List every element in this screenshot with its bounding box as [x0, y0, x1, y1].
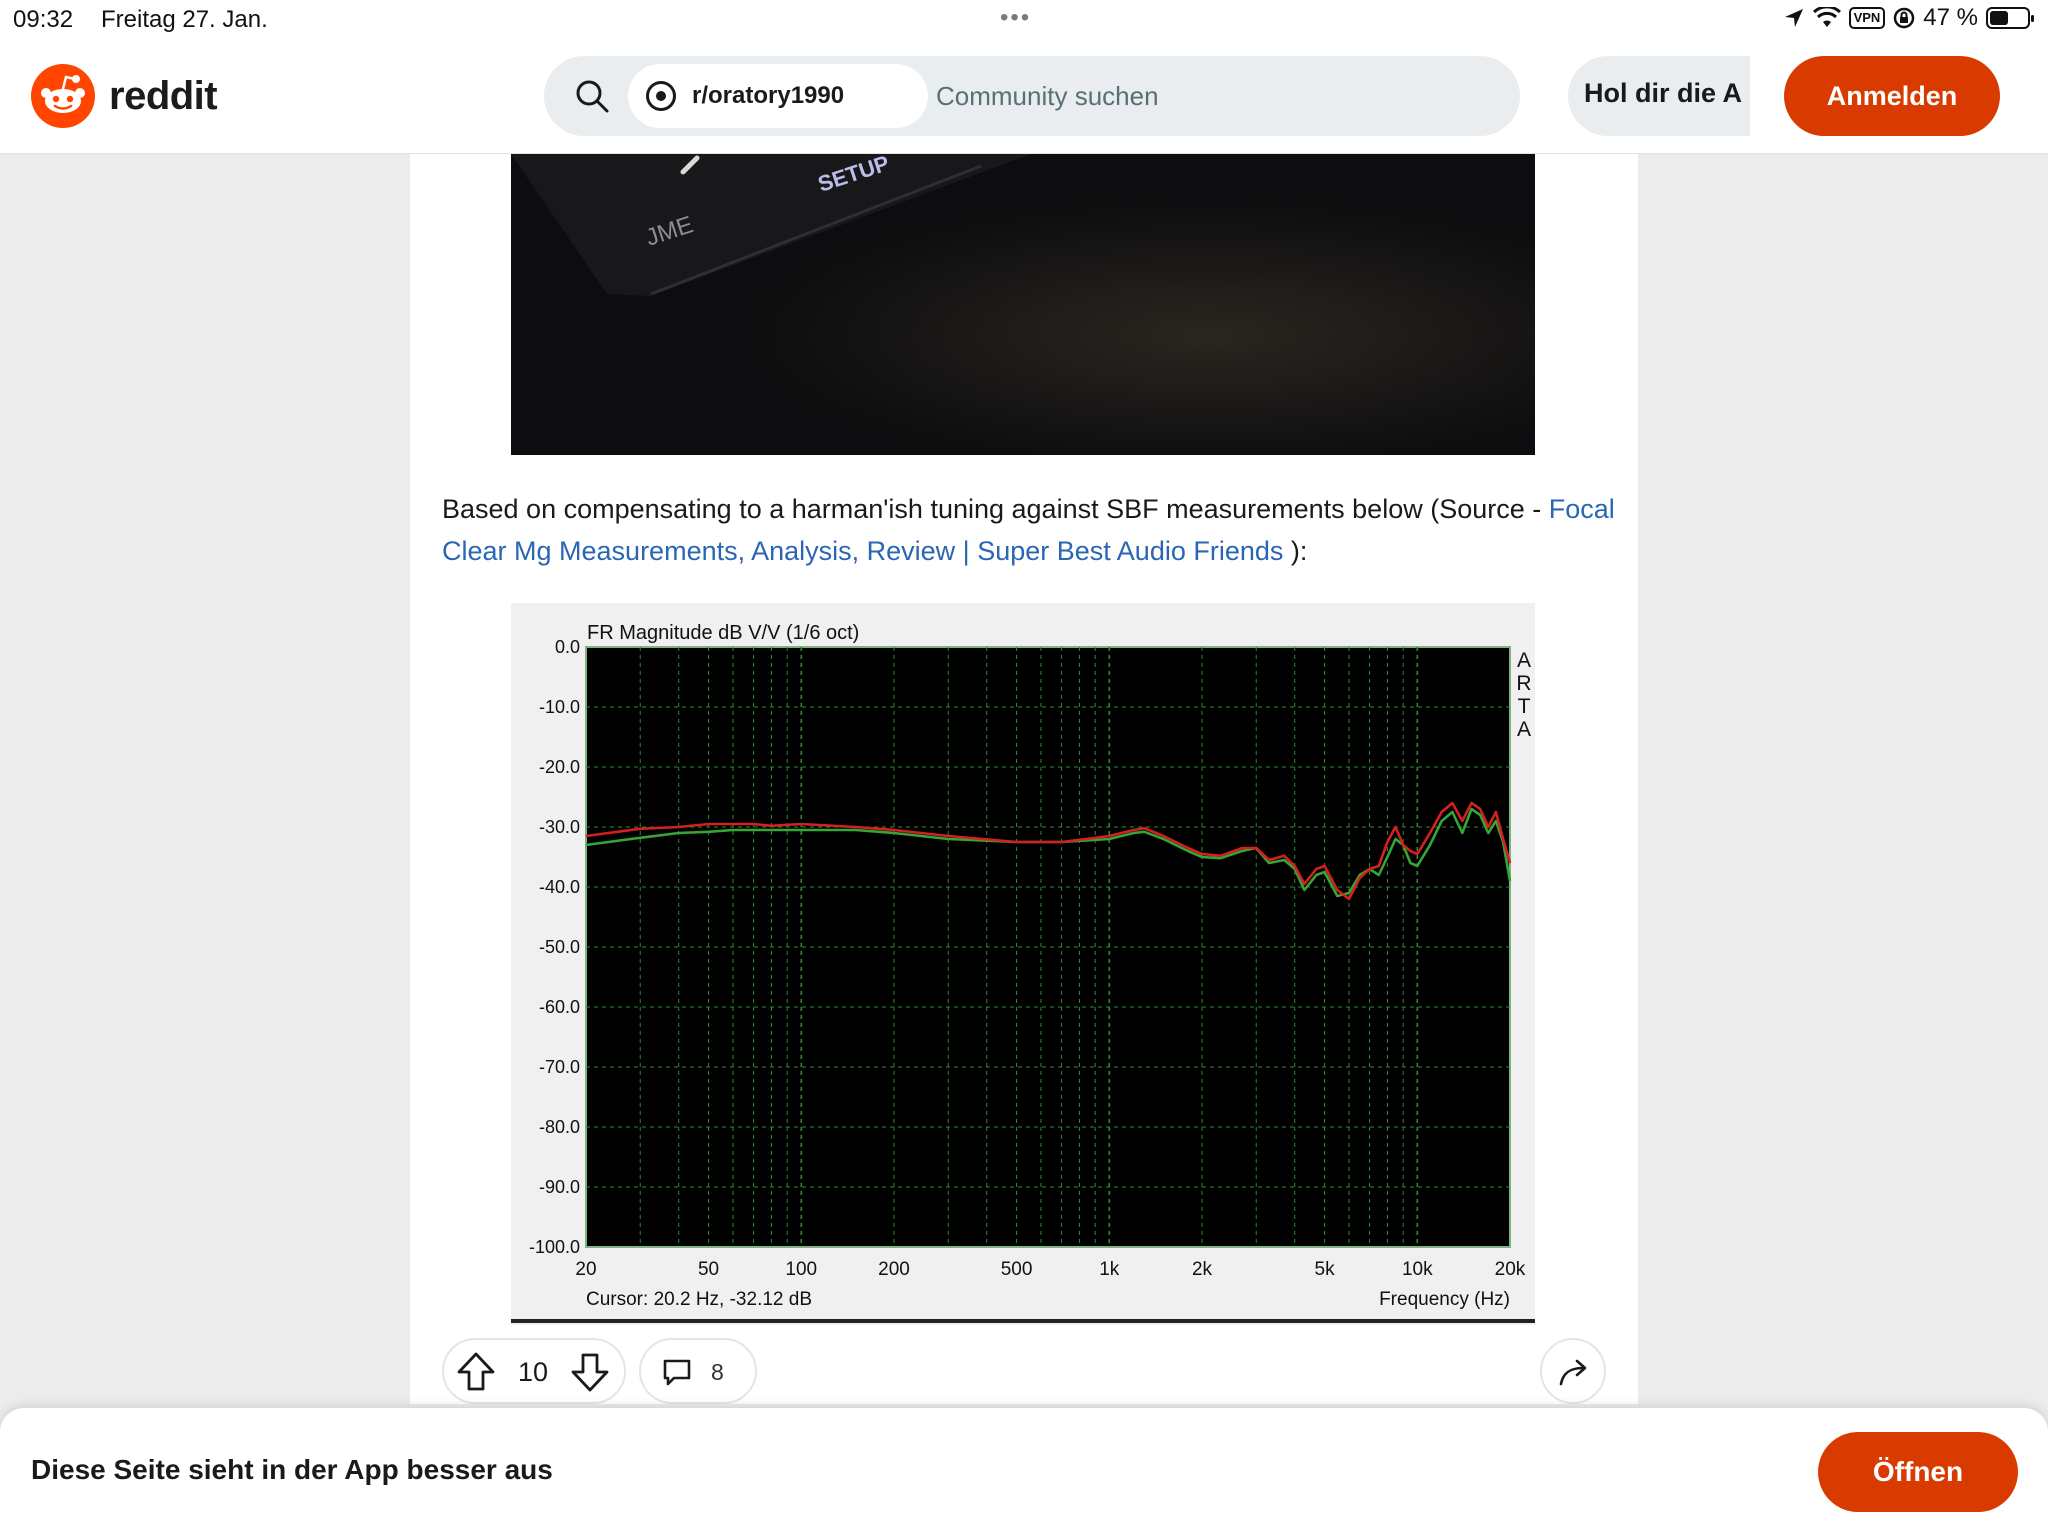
y-tick-label: -90.0 [539, 1177, 580, 1197]
x-tick-label: 500 [1001, 1259, 1033, 1280]
post-body-text: Based on compensating to a harman'ish tu… [442, 488, 1622, 572]
x-tick-label: 2k [1192, 1259, 1213, 1280]
vote-count: 10 [518, 1357, 549, 1387]
community-chip[interactable]: r/oratory1990 [628, 64, 928, 128]
status-bar: 09:32 Freitag 27. Jan. ••• VPN 47 % [0, 0, 2048, 40]
x-tick-label: 1k [1099, 1259, 1120, 1280]
post-actions: 10 8 [442, 1338, 1606, 1404]
orientation-lock-icon [1894, 7, 1915, 29]
downvote-icon[interactable] [570, 1351, 610, 1393]
x-tick-label: 10k [1402, 1259, 1433, 1280]
battery-icon [1986, 7, 2034, 29]
chart-title: FR Magnitude dB V/V (1/6 oct) [587, 622, 859, 644]
community-icon [646, 81, 676, 111]
search-icon [576, 80, 609, 113]
post-text-before-link: Based on compensating to a harman'ish tu… [442, 494, 1549, 524]
status-date: Freitag 27. Jan. [101, 6, 268, 33]
x-tick-label: 5k [1315, 1259, 1336, 1280]
app-banner: Diese Seite sieht in der App besser aus … [0, 1408, 2048, 1536]
y-tick-label: -40.0 [539, 877, 580, 897]
x-tick-label: 100 [785, 1259, 817, 1280]
status-icons: VPN 47 % [1783, 4, 2034, 32]
search-input[interactable] [936, 56, 1496, 136]
y-tick-label: -10.0 [539, 697, 580, 717]
x-axis-label: Frequency (Hz) [1379, 1289, 1510, 1310]
y-tick-label: -20.0 [539, 757, 580, 777]
y-tick-label: -30.0 [539, 817, 580, 837]
side-label-letter: R [1516, 672, 1531, 695]
x-tick-label: 200 [878, 1259, 910, 1280]
vpn-badge: VPN [1848, 7, 1886, 29]
community-chip-label: r/oratory1990 [692, 82, 845, 109]
vote-bar: 10 [442, 1338, 626, 1404]
share-button[interactable] [1540, 1338, 1606, 1404]
multitasking-dots-icon[interactable]: ••• [1000, 4, 1031, 32]
login-button[interactable]: Anmelden [1784, 56, 2000, 136]
y-tick-label: -100.0 [529, 1237, 580, 1257]
wifi-icon [1812, 7, 1841, 27]
open-app-button[interactable]: Öffnen [1818, 1432, 2018, 1512]
reddit-logo[interactable]: reddit [31, 64, 218, 128]
post-text-after-link: ): [1283, 536, 1308, 566]
post-card: JME SETUP Based on compensating to a har… [410, 154, 1638, 1404]
post-photo[interactable]: JME SETUP [511, 154, 1535, 455]
reddit-wordmark: reddit [109, 73, 218, 118]
cursor-readout: Cursor: 20.2 Hz, -32.12 dB [586, 1289, 812, 1310]
comment-count: 8 [711, 1359, 724, 1385]
reddit-snoo-icon [31, 64, 95, 128]
frequency-response-chart[interactable]: 0.0 -10.0 -20.0 -30.0 -40.0 -50.0 -60.0 -70.0 -8… [511, 603, 1535, 1325]
y-tick-label: 0.0 [555, 637, 580, 657]
side-label-letter: A [1517, 649, 1531, 672]
get-app-button[interactable]: Hol dir die A [1568, 56, 1750, 136]
x-tick-label: 50 [698, 1259, 719, 1280]
x-tick-label: 20k [1495, 1259, 1526, 1280]
site-header: reddit r/oratory1990 Hol dir die A Anmel… [0, 40, 2048, 154]
share-icon [1559, 1359, 1587, 1386]
y-tick-label: -80.0 [539, 1117, 580, 1137]
battery-percent: 47 % [1923, 4, 1978, 31]
location-arrow-icon [1784, 9, 1803, 27]
status-time: 09:32 [13, 6, 74, 33]
app-banner-message: Diese Seite sieht in der App besser aus [31, 1454, 553, 1485]
y-tick-label: -70.0 [539, 1057, 580, 1077]
upvote-icon[interactable] [456, 1351, 496, 1393]
y-tick-label: -50.0 [539, 937, 580, 957]
side-label-letter: T [1518, 695, 1531, 718]
x-tick-label: 20 [575, 1259, 596, 1280]
y-tick-label: -60.0 [539, 997, 580, 1017]
search-bar[interactable]: r/oratory1990 [544, 56, 1520, 136]
comments-button[interactable]: 8 [639, 1338, 757, 1404]
comment-icon [663, 1359, 691, 1386]
side-label-letter: A [1517, 718, 1531, 741]
